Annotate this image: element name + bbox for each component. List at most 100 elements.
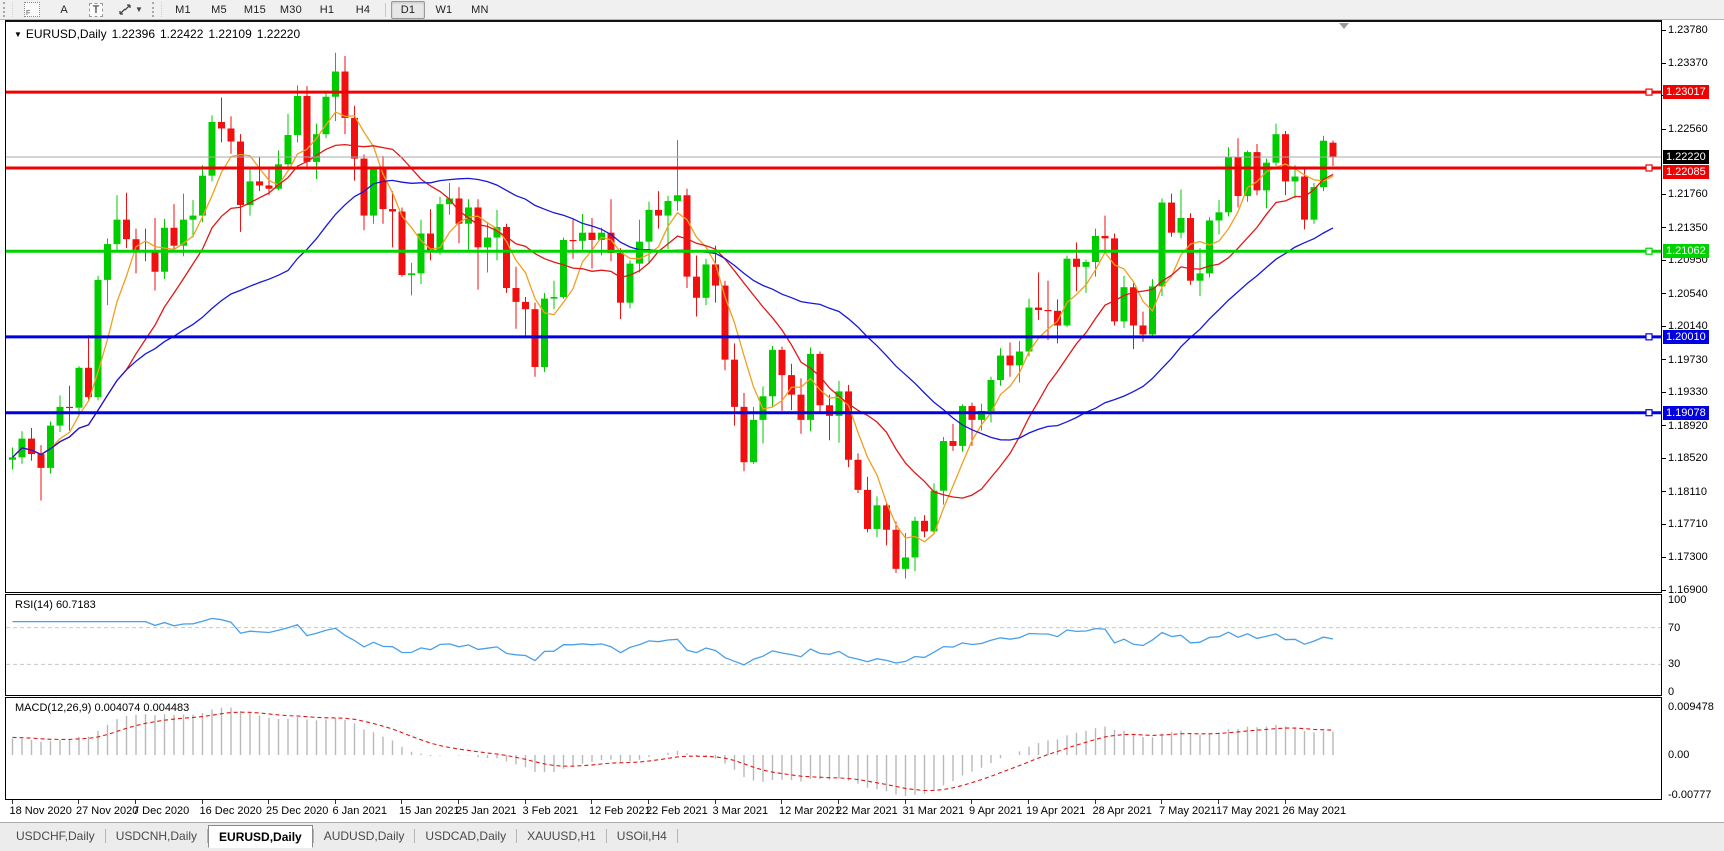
date-tick [1218,800,1219,804]
text-tool-button[interactable]: T [81,1,111,19]
tab-usdchf-daily[interactable]: USDCHF,Daily [6,825,105,846]
tab-separator [676,829,678,843]
axis-tick [1662,359,1666,361]
chart-shift-marker[interactable] [1339,23,1349,29]
macd-signal-line [12,711,1334,792]
date-tick [334,800,336,804]
axis-tick [1662,227,1666,229]
symbol-label: EURUSD,Daily [25,27,107,41]
tab-usdcad-daily[interactable]: USDCAD,Daily [415,825,516,846]
date-tick-label: 9 Apr 2021 [969,805,1023,817]
date-tick [458,800,459,804]
date-tick [714,800,716,804]
macd-tick-label: 0.00 [1668,749,1690,761]
rsi-label: RSI(14) 60.7183 [15,599,96,611]
date-axis[interactable]: 18 Nov 2020 27 Nov 2020 7 Dec 2020 16 Dec 2… [5,800,1662,822]
macd-plot[interactable] [6,698,1661,799]
date-tick-label: 31 Mar 2021 [902,805,965,817]
support-line-blue-1-price-label: 1.20010 [1663,329,1709,344]
price-tick-label: 1.18110 [1668,485,1707,498]
timeframe-m30[interactable]: M30 [274,1,308,19]
tab-xauusd-h1[interactable]: XAUUSD,H1 [517,825,606,846]
timeframe-mn[interactable]: MN [463,1,497,19]
date-tick [1028,800,1029,804]
rsi-tick-label: 100 [1668,594,1687,606]
price-tick-label: 1.19330 [1668,386,1708,399]
date-tick [648,800,649,804]
timeframe-m1[interactable]: M1 [166,1,200,19]
main-chart-panel[interactable]: ▼ EURUSD,Daily 1.22396 1.22422 1.22109 1.2222… [5,20,1662,593]
date-tick-label: 19 Apr 2021 [1026,805,1086,817]
axis-tick [1662,128,1666,130]
axis-tick [1662,193,1666,195]
timeframe-w1[interactable]: W1 [427,1,461,19]
timeframe-m15[interactable]: M15 [238,1,272,19]
chart-menu-arrow-icon[interactable]: ▼ [14,30,22,39]
annotate-button[interactable]: A [49,1,79,19]
toolbar-grip[interactable] [3,2,13,17]
date-tick [11,800,13,804]
date-tick-label: 6 Jan 2021 [332,805,387,817]
date-tick-label: 25 Jan 2021 [456,805,517,817]
macd-panel[interactable]: MACD(12,26,9) 0.004074 0.004483 [5,697,1662,800]
date-tick [401,800,402,804]
axis-tick [1662,425,1666,427]
price-tick-label: 1.22560 [1668,123,1708,136]
quote-high: 1.22422 [160,27,204,41]
support-line-green-price-label: 1.21062 [1663,244,1709,259]
text-icon: T [88,2,104,17]
date-tick-label: 17 May 2021 [1216,805,1280,817]
dotted-grid-icon: F [24,2,40,17]
timeframe-group: M1 M5 M15 M30 H1 H4 D1 W1 MN [165,0,498,19]
price-tick-label: 1.19730 [1668,353,1708,366]
rsi-panel[interactable]: RSI(14) 60.7183 [5,594,1662,696]
toolbar: F A T ▼ M1 M5 M15 M30 H1 H4 D1 W1 MN [0,0,1724,20]
date-tick-label: 7 May 2021 [1159,805,1217,817]
date-tick-label: 3 Feb 2021 [522,805,579,817]
date-tick [268,800,269,804]
cycle-arrows-icon [119,4,131,15]
axis-tick [1662,29,1666,31]
tab-eurusd-daily[interactable]: EURUSD,Daily [208,825,313,848]
tab-usoil-h4[interactable]: USOil,H4 [607,825,677,846]
candlestick-chart[interactable] [6,22,1661,592]
tab-audusd-daily[interactable]: AUDUSD,Daily [314,825,415,846]
mt4-window: F A T ▼ M1 M5 M15 M30 H1 H4 D1 W1 MN ▼ EURUSD,Dai… [0,0,1724,851]
date-tick [78,800,79,804]
timeframe-h4[interactable]: H4 [346,1,380,19]
rsi-tick-label: 0 [1668,686,1675,698]
resistance-line-1-price-label: 1.23017 [1663,85,1709,100]
timeframe-d1[interactable]: D1 [390,0,425,19]
objects-dropdown-button[interactable]: ▼ [113,1,148,19]
axis-tick [1662,589,1666,591]
date-tick [135,800,136,804]
grid-template-button[interactable]: F [17,1,47,19]
date-tick [1161,800,1162,804]
ma-fast [12,111,1334,543]
price-tick-label: 1.21760 [1668,188,1708,201]
price-axis[interactable]: 1.237801.233701.229701.225601.217601.213… [1662,20,1724,820]
toolbar-grip[interactable] [151,2,162,17]
date-tick [1284,800,1286,804]
toolbar-separator [384,2,386,17]
axis-tick [1662,62,1666,64]
rsi-line [12,617,1334,666]
date-tick-label: 12 Feb 2021 [589,805,651,817]
date-tick-label: 27 Nov 2020 [76,805,139,817]
price-tick-label: 1.17300 [1668,551,1708,564]
date-tick [838,800,839,804]
axis-tick [1662,325,1666,327]
date-tick [904,800,906,804]
axis-tick [1662,293,1666,295]
axis-tick [1662,491,1666,492]
rsi-plot[interactable] [6,595,1661,695]
timeframe-m5[interactable]: M5 [202,1,236,19]
date-tick-label: 25 Dec 2020 [266,805,329,817]
chevron-down-icon: ▼ [135,5,143,14]
rsi-tick-label: 30 [1668,658,1681,671]
timeframe-h1[interactable]: H1 [310,1,344,19]
price-tick-label: 1.21350 [1668,221,1708,234]
quote-low: 1.22109 [208,27,252,41]
date-tick [524,800,526,804]
tab-usdcnh-daily[interactable]: USDCNH,Daily [106,825,207,846]
